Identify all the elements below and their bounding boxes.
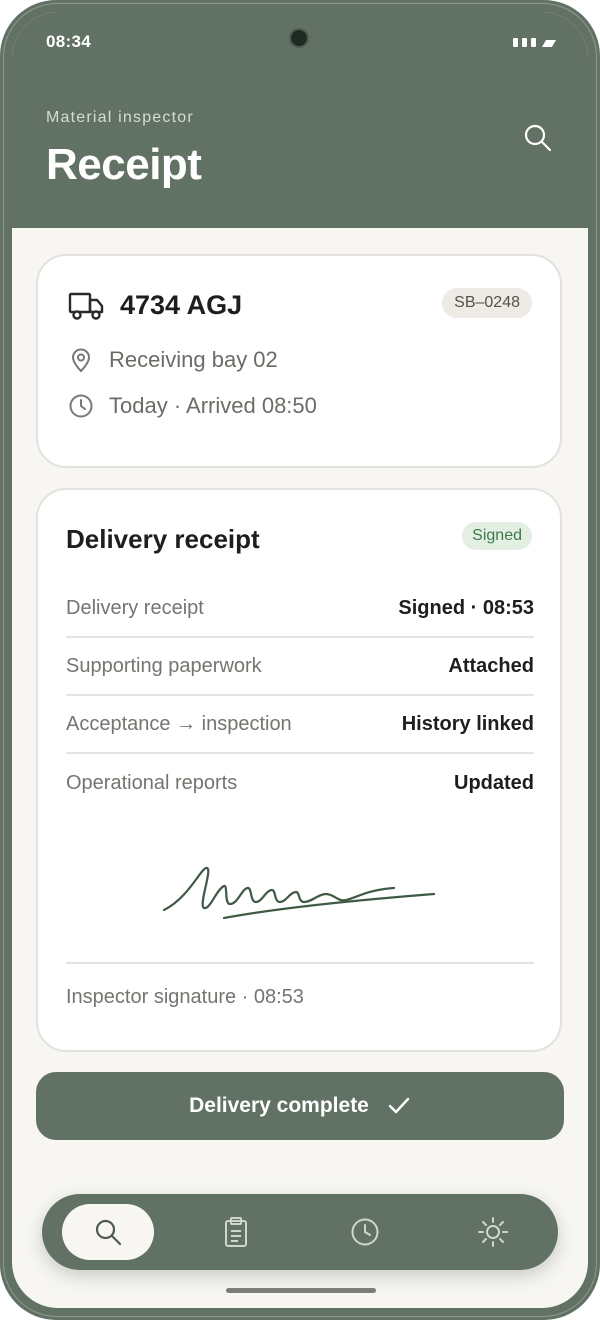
status-badge: Signed bbox=[462, 522, 532, 550]
clipboard-icon bbox=[223, 1216, 249, 1248]
tab-clipboard[interactable] bbox=[190, 1204, 282, 1260]
vehicle-plate: 4734 AGJ bbox=[120, 290, 243, 320]
status-icons bbox=[513, 38, 557, 47]
signature-line bbox=[66, 962, 534, 964]
battery-icon bbox=[541, 40, 557, 47]
device-frame: 08:34 Material inspector Receipt 4734 AG… bbox=[0, 0, 600, 1320]
app-subtitle: Material inspector bbox=[46, 109, 194, 126]
arrival-row: Today · Arrived 08:50 bbox=[68, 393, 317, 419]
detail-value: Updated bbox=[454, 771, 534, 794]
detail-label: Supporting paperwork bbox=[66, 654, 262, 677]
detail-row: Delivery receipt Signed · 08:53 bbox=[66, 580, 534, 638]
status-time: 08:34 bbox=[46, 32, 91, 51]
tab-settings[interactable] bbox=[447, 1204, 539, 1260]
home-indicator[interactable] bbox=[226, 1288, 376, 1293]
location-text: Receiving bay 02 bbox=[109, 347, 278, 372]
tab-history[interactable] bbox=[319, 1204, 411, 1260]
detail-value: Attached bbox=[448, 654, 534, 677]
page-title: Receipt bbox=[46, 140, 202, 189]
detail-value: History linked bbox=[401, 712, 534, 735]
detail-label: Acceptance → inspection bbox=[66, 712, 292, 735]
detail-value: Signed · 08:53 bbox=[398, 596, 534, 619]
signature-caption: Inspector signature · 08:53 bbox=[66, 986, 304, 1008]
vehicle-row: 4734 AGJ bbox=[68, 290, 242, 321]
receipt-title: Delivery receipt bbox=[66, 524, 260, 554]
location-pin-icon bbox=[68, 347, 94, 373]
truck-icon bbox=[68, 291, 104, 321]
location-row: Receiving bay 02 bbox=[68, 347, 278, 373]
tab-search[interactable] bbox=[62, 1204, 154, 1260]
vehicle-card[interactable]: 4734 AGJ SB–0248 Receiving bay 02 Today … bbox=[36, 254, 562, 468]
check-icon bbox=[387, 1096, 411, 1116]
detail-label: Delivery receipt bbox=[66, 596, 204, 619]
signal-icon bbox=[531, 38, 536, 47]
receipt-card: Delivery receipt Signed Delivery receipt… bbox=[36, 488, 562, 1052]
clock-icon bbox=[68, 393, 94, 419]
arrival-text: Today · Arrived 08:50 bbox=[109, 393, 317, 418]
delivery-complete-label: Delivery complete bbox=[189, 1094, 369, 1117]
detail-row: Operational reports Updated bbox=[66, 754, 534, 812]
signal-icon bbox=[513, 38, 518, 47]
receipt-details: Delivery receipt Signed · 08:53 Supporti… bbox=[66, 580, 534, 812]
detail-row: Acceptance → inspection History linked bbox=[66, 696, 534, 754]
camera-cutout bbox=[291, 30, 307, 46]
screen: 08:34 Material inspector Receipt 4734 AG… bbox=[12, 12, 588, 1308]
delivery-complete-button[interactable]: Delivery complete bbox=[36, 1072, 564, 1140]
signature-image bbox=[158, 850, 448, 940]
search-icon[interactable] bbox=[522, 122, 554, 154]
bottom-tab-bar bbox=[42, 1194, 558, 1270]
signal-icon bbox=[522, 38, 527, 47]
search-icon bbox=[93, 1217, 123, 1247]
detail-row: Supporting paperwork Attached bbox=[66, 638, 534, 696]
clock-icon bbox=[350, 1217, 380, 1247]
detail-label: Operational reports bbox=[66, 771, 238, 794]
sun-icon bbox=[477, 1216, 509, 1248]
booking-ref-chip: SB–0248 bbox=[442, 288, 532, 318]
app-header: 08:34 Material inspector Receipt bbox=[12, 12, 588, 228]
